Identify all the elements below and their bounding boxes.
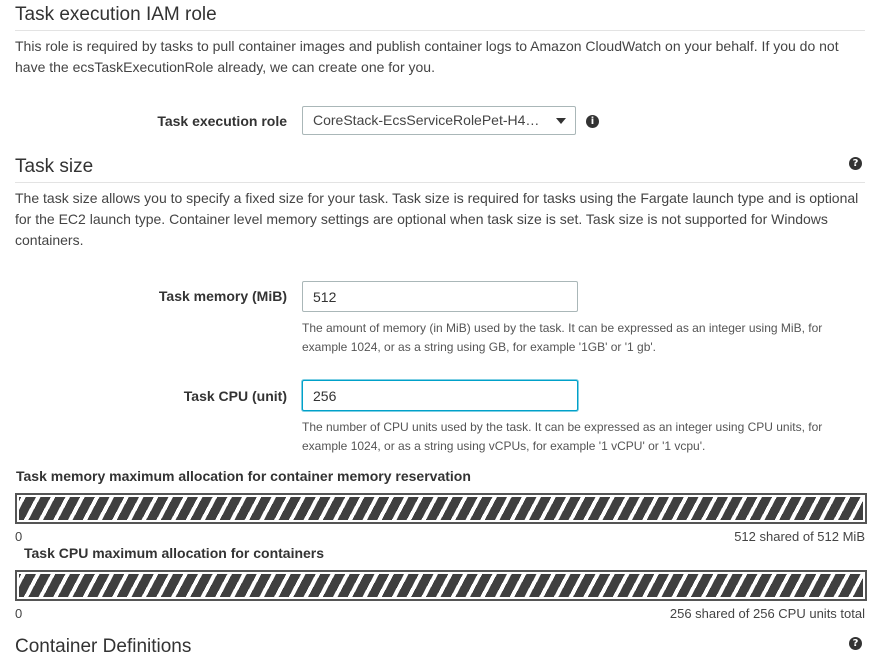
task-execution-role-label: Task execution role xyxy=(157,113,287,129)
info-icon[interactable]: i xyxy=(586,115,599,128)
section-divider xyxy=(15,30,865,31)
task-cpu-input[interactable] xyxy=(302,380,578,411)
memory-allocation-min: 0 xyxy=(15,529,23,544)
task-memory-hint: The amount of memory (in MiB) used by th… xyxy=(302,321,823,354)
task-memory-label: Task memory (MiB) xyxy=(158,288,287,304)
task-execution-role-select[interactable]: CoreStack-EcsServiceRolePet-H4… xyxy=(302,106,576,135)
memory-allocation-fill xyxy=(19,497,863,520)
help-icon[interactable]: ? xyxy=(849,157,862,170)
help-icon[interactable]: ? xyxy=(849,637,862,650)
section-title-iam-role: Task execution IAM role xyxy=(15,4,217,25)
section-divider xyxy=(15,182,865,183)
task-definition-form: Task execution IAM role This role is req… xyxy=(0,0,885,663)
iam-role-description: This role is required by tasks to pull c… xyxy=(15,38,839,75)
section-title-container-definitions: Container Definitions xyxy=(15,636,192,657)
task-memory-input[interactable] xyxy=(302,281,578,312)
chevron-down-icon xyxy=(556,118,566,124)
cpu-allocation-fill xyxy=(19,574,863,597)
task-cpu-label: Task CPU (unit) xyxy=(183,388,287,404)
memory-allocation-title: Task memory maximum allocation for conta… xyxy=(16,468,471,484)
cpu-allocation-max: 256 shared of 256 CPU units total xyxy=(669,606,865,621)
memory-allocation-max: 512 shared of 512 MiB xyxy=(734,529,865,544)
cpu-allocation-title: Task CPU maximum allocation for containe… xyxy=(24,545,325,561)
cpu-allocation-bar xyxy=(15,570,867,601)
memory-allocation-bar xyxy=(15,493,867,524)
cpu-allocation-min: 0 xyxy=(15,606,23,621)
task-size-description: The task size allows you to specify a fi… xyxy=(15,190,859,248)
task-execution-role-value: CoreStack-EcsServiceRolePet-H4… xyxy=(313,112,540,128)
task-cpu-hint: The number of CPU units used by the task… xyxy=(302,420,823,453)
section-title-task-size: Task size xyxy=(15,156,94,177)
